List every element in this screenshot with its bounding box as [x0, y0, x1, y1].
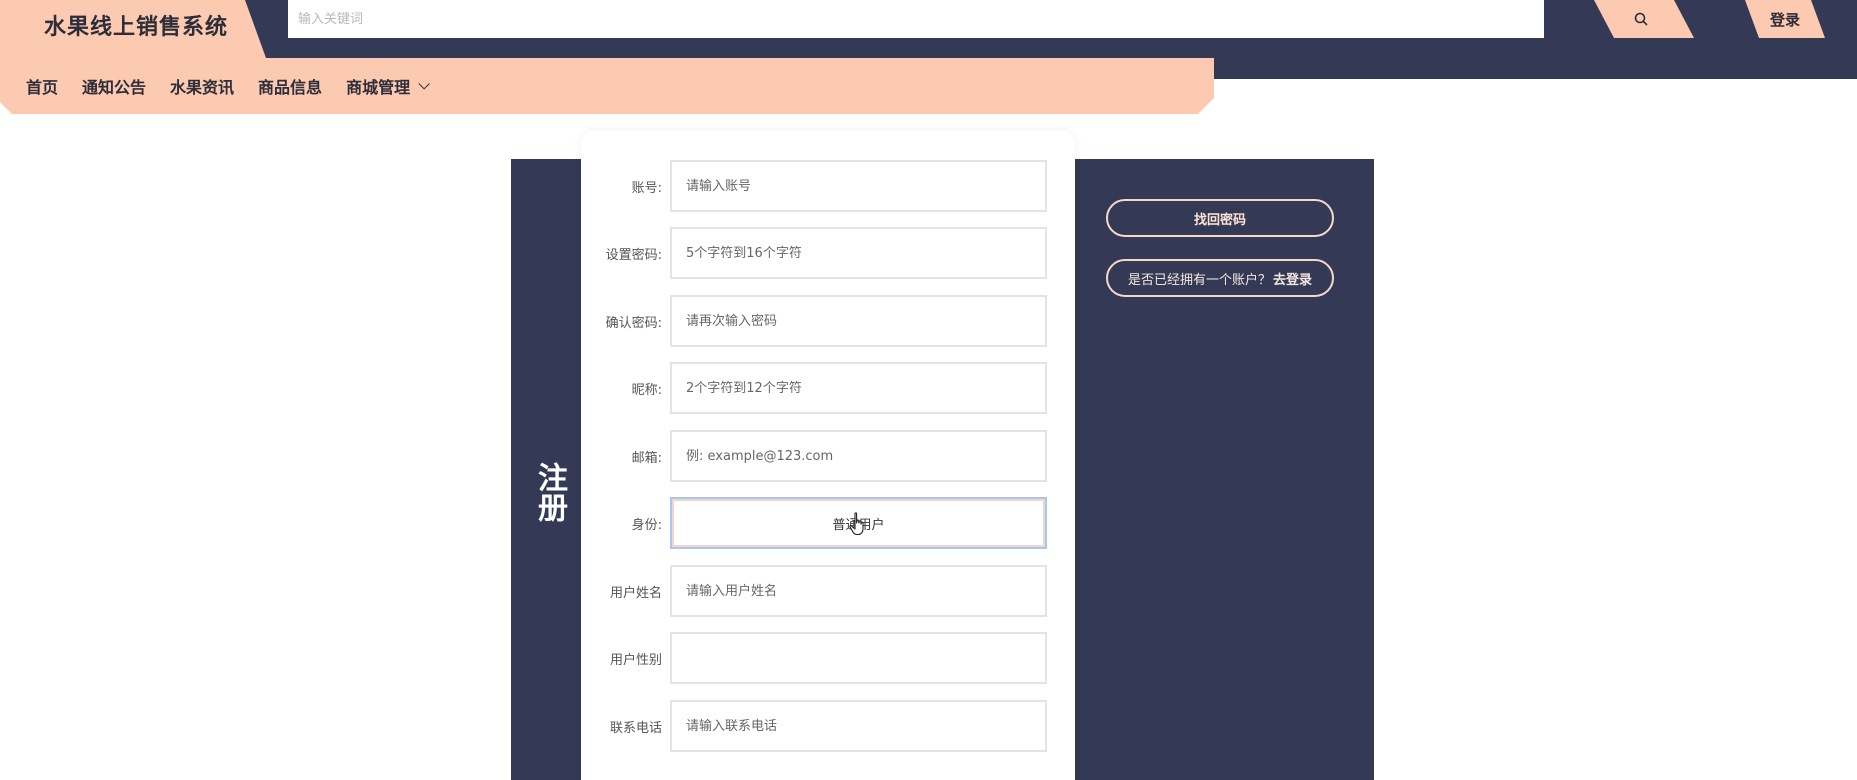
email-input[interactable] — [670, 430, 1047, 482]
find-password-button[interactable]: 找回密码 — [1106, 199, 1334, 237]
nickname-input[interactable] — [670, 362, 1047, 414]
account-label: 账号: — [631, 181, 662, 196]
form-row-role: 身份: 普通用户 — [581, 497, 1075, 549]
user-name-input[interactable] — [670, 565, 1047, 617]
form-row-password: 设置密码: — [581, 227, 1075, 279]
gender-input[interactable] — [670, 632, 1047, 684]
role-label: 身份: — [631, 518, 662, 533]
site-title: 水果线上销售系统 — [44, 15, 229, 40]
password-input[interactable] — [670, 227, 1047, 279]
account-input[interactable] — [670, 160, 1047, 212]
form-row-confirm-password: 确认密码: — [581, 295, 1075, 347]
user-name-label: 用户姓名 — [609, 586, 662, 601]
nav-item-notices[interactable]: 通知公告 — [82, 74, 146, 98]
form-row-gender: 用户性别 — [581, 632, 1075, 684]
form-row-email: 邮箱: — [581, 430, 1075, 482]
nickname-label: 昵称: — [631, 383, 662, 398]
register-title: 注册 — [532, 462, 567, 522]
hand-pointer-icon — [849, 512, 864, 536]
chevron-down-icon — [418, 78, 430, 90]
phone-label: 联系电话 — [609, 721, 662, 736]
search-icon — [1634, 12, 1648, 26]
form-row-account: 账号: — [581, 160, 1075, 212]
form-row-nickname: 昵称: — [581, 362, 1075, 414]
main-nav: 首页 通知公告 水果资讯 商品信息 商城管理 — [0, 58, 1214, 114]
confirm-password-input[interactable] — [670, 295, 1047, 347]
have-account-text: 是否已经拥有一个账户？ — [1127, 272, 1271, 288]
form-row-user-name: 用户姓名 — [581, 565, 1075, 617]
nav-item-mall-management-label: 商城管理 — [346, 78, 411, 97]
search-input[interactable] — [288, 0, 1544, 38]
go-login-button[interactable]: 是否已经拥有一个账户？ 去登录 — [1106, 259, 1334, 297]
login-button[interactable]: 登录 — [1745, 0, 1825, 38]
nav-item-home[interactable]: 首页 — [26, 74, 58, 98]
confirm-password-label: 确认密码: — [605, 316, 662, 331]
nav-item-news[interactable]: 水果资讯 — [170, 74, 234, 98]
form-row-phone: 联系电话 — [581, 700, 1075, 752]
gender-label: 用户性别 — [609, 653, 662, 668]
phone-input[interactable] — [670, 700, 1047, 752]
email-label: 邮箱: — [631, 451, 662, 466]
go-login-link: 去登录 — [1273, 272, 1313, 288]
nav-item-mall-management[interactable]: 商城管理 — [346, 74, 430, 98]
nav-item-products[interactable]: 商品信息 — [258, 74, 322, 98]
password-label: 设置密码: — [605, 248, 662, 263]
register-right-panel — [1074, 159, 1374, 780]
